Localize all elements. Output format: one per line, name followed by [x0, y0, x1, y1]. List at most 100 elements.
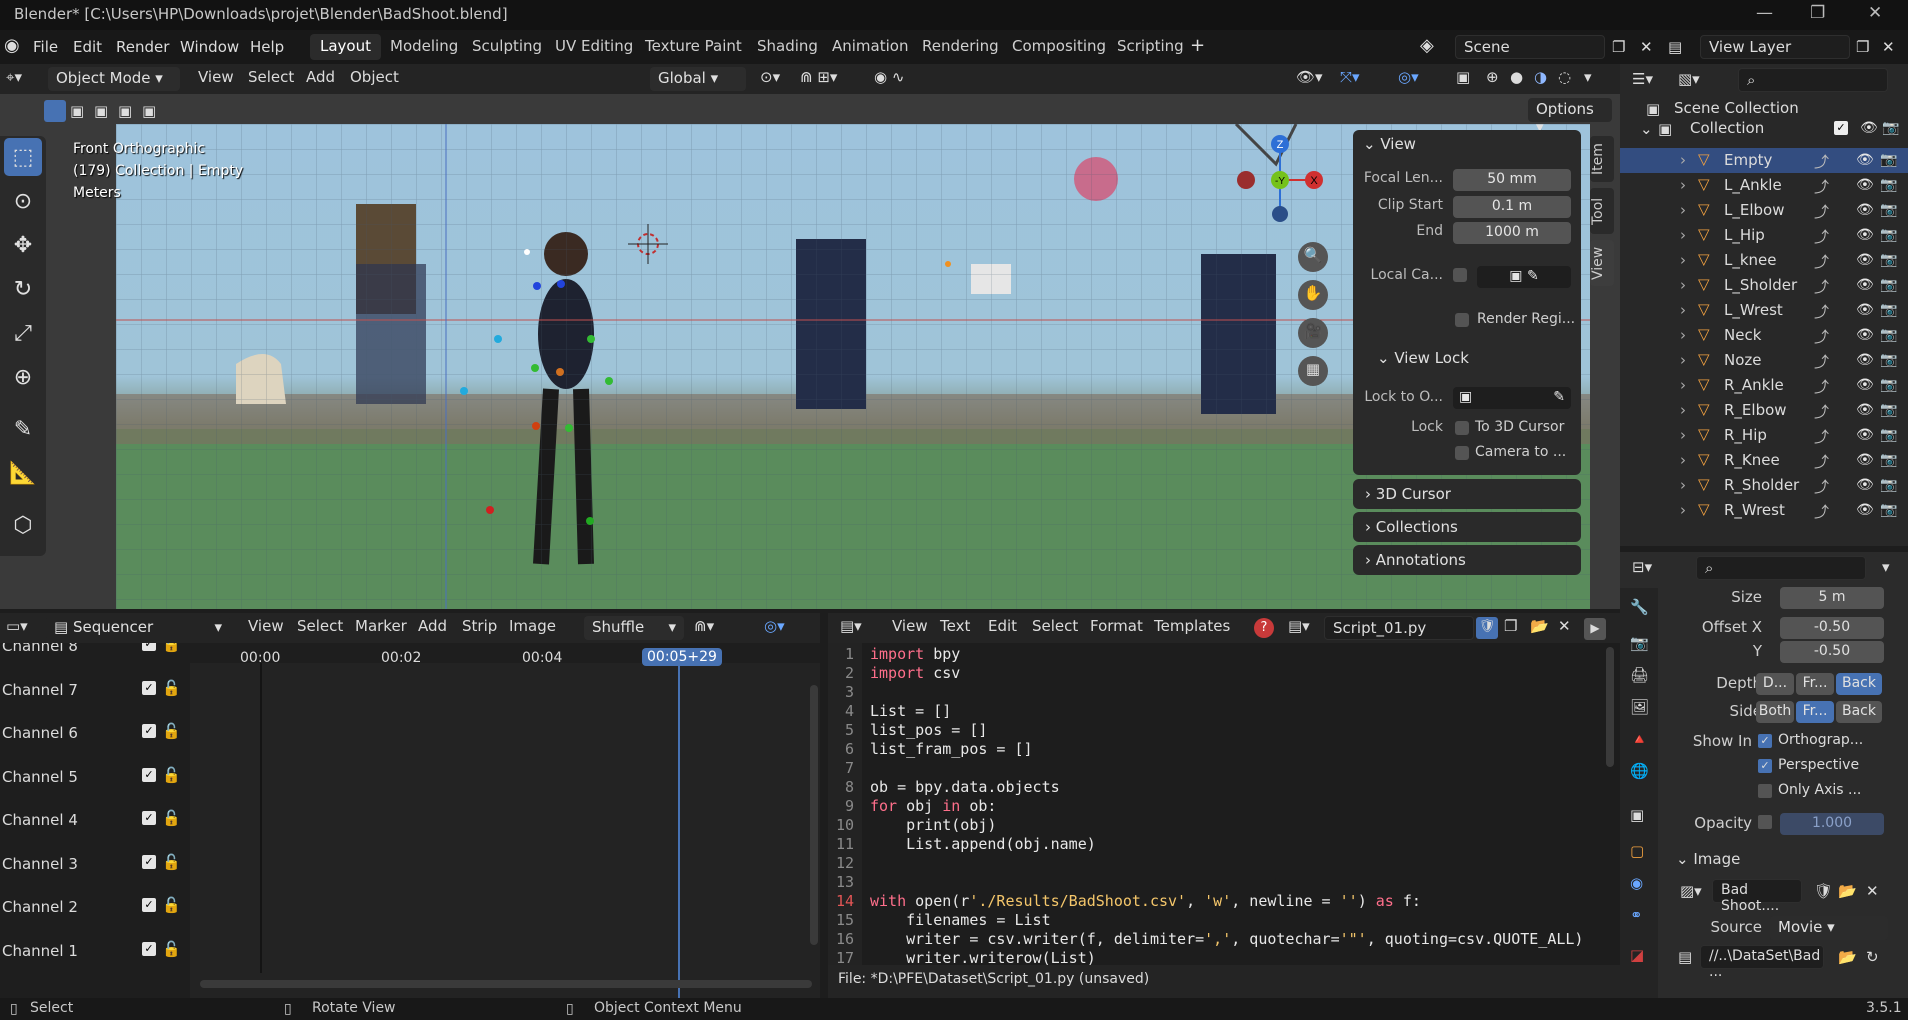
xray-icon[interactable]: ▣: [1456, 68, 1470, 86]
properties-editor-icon[interactable]: ⊟▾: [1632, 558, 1652, 576]
file-path-field[interactable]: //..\DataSet\Bad ...: [1700, 945, 1824, 980]
camera-view-icon[interactable]: 🎥: [1298, 318, 1328, 348]
only-axis-checkbox[interactable]: [1758, 784, 1772, 798]
render-tab-icon[interactable]: 📷: [1630, 634, 1649, 652]
orthographic-checkbox[interactable]: ✓: [1758, 734, 1772, 748]
render-camera-icon[interactable]: 📷: [1880, 152, 1897, 168]
perspective-checkbox[interactable]: ✓: [1758, 759, 1772, 773]
perspective-toggle-icon[interactable]: ▦: [1298, 356, 1328, 386]
render-camera-icon[interactable]: 📷: [1880, 277, 1897, 293]
navigation-gizmo[interactable]: Z -Y X: [1220, 134, 1330, 234]
expand-arrow-icon[interactable]: ›: [1680, 451, 1686, 469]
expand-arrow-icon[interactable]: ›: [1680, 351, 1686, 369]
select-invert-icon[interactable]: ▣: [118, 102, 132, 120]
text-editor-icon[interactable]: ▤▾: [840, 617, 862, 635]
fake-user-shield-icon[interactable]: 🛡: [1476, 617, 1498, 639]
render-camera-icon[interactable]: 📷: [1880, 202, 1897, 218]
render-camera-icon[interactable]: 📷: [1880, 377, 1897, 393]
new-view-layer-icon[interactable]: ❐: [1856, 38, 1869, 56]
options-dropdown[interactable]: Options ▾: [1528, 98, 1612, 136]
expand-arrow-icon[interactable]: ›: [1680, 501, 1686, 519]
text-menu-format[interactable]: Format: [1090, 617, 1143, 635]
data-tab-icon[interactable]: ◪: [1630, 946, 1644, 964]
expand-arrow-icon[interactable]: ›: [1680, 201, 1686, 219]
tab-sculpting[interactable]: Sculpting: [462, 34, 552, 60]
overlap-mode-dropdown[interactable]: Shuffle ▾: [584, 616, 684, 640]
reload-icon[interactable]: ↻: [1866, 948, 1879, 966]
menu-render[interactable]: Render: [116, 38, 169, 56]
view-layer-selector[interactable]: View Layer: [1700, 35, 1850, 59]
visibility-eye-icon[interactable]: 👁: [1856, 202, 1874, 218]
outliner-item[interactable]: › ▽ Empty ⤴ 👁 📷: [1620, 148, 1908, 173]
channel-lock-icon[interactable]: 🔓: [162, 679, 181, 697]
object-tab-icon[interactable]: ▢: [1630, 842, 1644, 860]
shading-options-icon[interactable]: ▾: [1584, 68, 1592, 86]
tab-shading[interactable]: Shading: [747, 34, 828, 60]
opacity-field[interactable]: 1.000: [1780, 813, 1884, 835]
visibility-eye-icon[interactable]: 👁: [1856, 427, 1874, 443]
sequencer-channel[interactable]: Channel 4 ✓ 🔓: [0, 803, 190, 845]
tab-compositing[interactable]: Compositing: [1002, 34, 1116, 60]
tab-layout[interactable]: Layout: [310, 34, 381, 60]
horizontal-scrollbar[interactable]: [200, 980, 812, 988]
depth-default-button[interactable]: D...: [1756, 673, 1794, 695]
visibility-eye-icon[interactable]: 👁: [1856, 452, 1874, 468]
channel-lock-icon[interactable]: 🔓: [162, 643, 181, 653]
sequencer-channel[interactable]: Channel 3 ✓ 🔓: [0, 847, 190, 889]
add-cube-tool-icon[interactable]: ⬡: [4, 506, 42, 544]
outliner-item[interactable]: › ▽ R_Elbow ⤴ 👁 📷: [1620, 398, 1908, 423]
menu-help[interactable]: Help: [250, 38, 284, 56]
lock-to-object-field[interactable]: ▣ ✎: [1453, 387, 1571, 409]
channel-lock-icon[interactable]: 🔓: [162, 766, 181, 784]
outliner-item[interactable]: › ▽ R_Knee ⤴ 👁 📷: [1620, 448, 1908, 473]
tab-texture-paint[interactable]: Texture Paint: [635, 34, 752, 60]
collection-tab-icon[interactable]: ▣: [1630, 806, 1644, 824]
render-region-checkbox[interactable]: [1455, 313, 1469, 327]
playhead-line[interactable]: [678, 665, 680, 998]
collections-section[interactable]: › Collections: [1353, 512, 1581, 542]
outliner-item[interactable]: › ▽ R_Sholder ⤴ 👁 📷: [1620, 473, 1908, 498]
outliner-item[interactable]: › ▽ Neck ⤴ 👁 📷: [1620, 323, 1908, 348]
measure-tool-icon[interactable]: 📐: [4, 454, 42, 492]
proportional-edit-icon[interactable]: ◉ ∿: [874, 68, 904, 86]
depth-front-button[interactable]: Fr...: [1796, 673, 1834, 695]
render-camera-icon[interactable]: 📷: [1880, 352, 1897, 368]
visibility-eye-icon[interactable]: 👁: [1856, 377, 1874, 393]
pan-hand-icon[interactable]: ✋: [1298, 280, 1328, 310]
tab-tool[interactable]: Tool: [1590, 188, 1614, 234]
render-camera-icon[interactable]: 📷: [1880, 177, 1897, 193]
channel-mute-checkbox[interactable]: ✓: [142, 811, 156, 825]
outliner-item[interactable]: › ▽ L_Elbow ⤴ 👁 📷: [1620, 198, 1908, 223]
text-file-name-field[interactable]: Script_01.py: [1324, 616, 1474, 640]
source-dropdown[interactable]: Movie ▾: [1770, 916, 1888, 940]
outliner-item[interactable]: › ▽ L_Hip ⤴ 👁 📷: [1620, 223, 1908, 248]
seq-overlay-icon[interactable]: ◎▾: [764, 617, 785, 635]
annotations-section[interactable]: › Annotations: [1353, 545, 1581, 575]
side-front-button[interactable]: Fr...: [1796, 701, 1834, 723]
opacity-checkbox[interactable]: [1758, 815, 1772, 829]
run-script-icon[interactable]: ▶: [1584, 618, 1606, 640]
seq-menu-marker[interactable]: Marker: [355, 617, 407, 635]
viewport-menu-view[interactable]: View: [198, 68, 234, 86]
local-camera-field[interactable]: ▣ ✎: [1477, 266, 1571, 288]
outliner-item[interactable]: › ▽ L_knee ⤴ 👁 📷: [1620, 248, 1908, 273]
channel-mute-checkbox[interactable]: ✓: [142, 941, 156, 956]
sequencer-timeline[interactable]: 00:00 00:02 00:04 00:05+29 Channel 8 ✓ 🔓 Ch…: [0, 643, 820, 998]
tab-animation[interactable]: Animation: [822, 34, 918, 60]
render-camera-icon[interactable]: 📷: [1880, 502, 1897, 518]
constraints-tab-icon[interactable]: ⚭: [1630, 906, 1643, 924]
scene-selector[interactable]: Scene: [1455, 35, 1605, 59]
cursor-tool-icon[interactable]: ⊙: [4, 182, 42, 220]
visibility-eye-icon[interactable]: 👁: [1856, 152, 1874, 168]
transform-tool-icon[interactable]: ⊕: [4, 358, 42, 396]
seq-snap-icon[interactable]: ⋒▾: [694, 617, 714, 635]
visibility-eye-icon[interactable]: 👁: [1856, 402, 1874, 418]
outliner-item[interactable]: › ▽ Noze ⤴ 👁 📷: [1620, 348, 1908, 373]
render-camera-icon[interactable]: 📷: [1880, 227, 1897, 243]
outliner-display-icon[interactable]: ▧▾: [1678, 70, 1700, 88]
visibility-eye-icon[interactable]: 👁: [1856, 502, 1874, 518]
outliner-item[interactable]: › ▽ R_Hip ⤴ 👁 📷: [1620, 423, 1908, 448]
expand-arrow-icon[interactable]: ›: [1680, 476, 1686, 494]
text-menu-templates[interactable]: Templates: [1154, 617, 1230, 635]
outliner-item[interactable]: › ▽ R_Wrest ⤴ 👁 📷: [1620, 498, 1908, 523]
